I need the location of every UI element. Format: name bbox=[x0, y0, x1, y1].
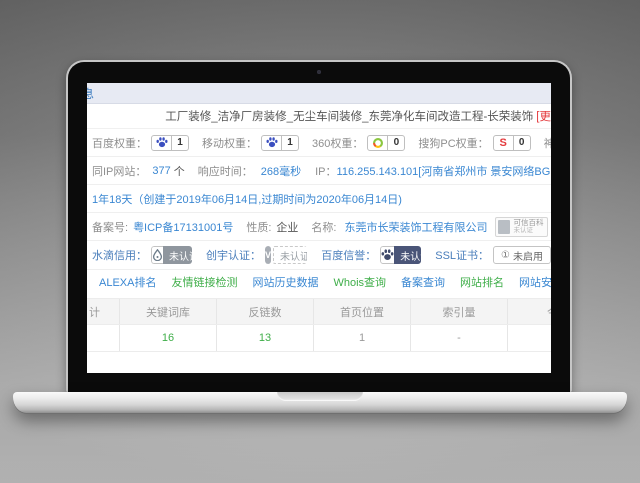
laptop-lid-notch bbox=[277, 392, 363, 401]
baidu-paw-icon bbox=[152, 136, 171, 150]
shuidi-credit-badge[interactable]: 未认证 bbox=[151, 246, 192, 264]
water-drop-icon bbox=[151, 246, 163, 264]
chuangyu-status: 未认证 bbox=[273, 246, 307, 264]
link-site-history[interactable]: 网站历史数据 bbox=[252, 274, 318, 290]
baidu-reputation-label: 百度信誉： bbox=[321, 247, 376, 263]
sogou-weight: 搜狗PC权重： S 0 bbox=[418, 135, 530, 151]
sogou-weight-badge[interactable]: S 0 bbox=[493, 135, 531, 151]
response-time-label: 响应时间： bbox=[198, 163, 253, 179]
360-weight-badge[interactable]: 0 bbox=[367, 135, 405, 151]
mobile-weight: 移动权重： 1 bbox=[202, 135, 299, 151]
link-whois-lookup[interactable]: Whois查询 bbox=[333, 274, 386, 290]
browser-screen: 息 工厂装修_洁净厂房装修_无尘车间装修_东莞净化车间改造工程-长荣装饰 [更 … bbox=[87, 83, 551, 373]
360-weight: 360权重： 0 bbox=[312, 135, 405, 151]
baidu-reputation-status: 未认证 bbox=[394, 246, 421, 264]
credit-row: 水滴信用： 未认证 创宇认证： V 未认证 百度信誉： 未认证 SSL证书： bbox=[87, 241, 551, 270]
sogou-weight-value: 0 bbox=[513, 136, 530, 150]
table-header-row: 计 关键词库 反链数 首页位置 索引量 今 bbox=[87, 299, 551, 325]
icp-number-label: 备案号: bbox=[92, 219, 128, 235]
icp-nature: 企业 bbox=[276, 219, 298, 235]
baidu-weight-label: 百度权重： bbox=[92, 135, 147, 151]
col-header-index-volume: 索引量 bbox=[410, 299, 507, 324]
ssl-status: 未启用 bbox=[513, 248, 543, 263]
shenma-weight: 神马权重： 0 bbox=[544, 135, 551, 151]
page-topbar: 息 bbox=[87, 83, 551, 104]
laptop-base bbox=[13, 392, 627, 413]
baike-line1: 可信百科 bbox=[513, 219, 543, 227]
cell-partial bbox=[87, 325, 119, 351]
server-row: 同IP网站： 377 个 响应时间： 268毫秒 IP： 116.255.143… bbox=[87, 157, 551, 185]
baidu-weight-value: 1 bbox=[171, 136, 188, 150]
icp-number[interactable]: 粤ICP备17131001号 bbox=[133, 219, 233, 235]
col-header-keywords: 关键词库 bbox=[119, 299, 216, 324]
link-icp-lookup[interactable]: 备案查询 bbox=[401, 274, 445, 290]
response-time-value: 268毫秒 bbox=[261, 163, 301, 179]
laptop-lid: 息 工厂装修_洁净厂房装修_无尘车间装修_东莞净化车间改造工程-长荣装饰 [更 … bbox=[66, 60, 572, 392]
domain-age-text: 1年18天（创建于2019年06月14日,过期时间为2020年06月14日) bbox=[92, 191, 402, 207]
ip-label: IP： bbox=[315, 163, 336, 179]
knownsec-v-icon: V bbox=[265, 246, 271, 264]
same-ip-label: 同IP网站： bbox=[92, 163, 146, 179]
webcam-icon bbox=[317, 70, 321, 74]
sogou-s-icon: S bbox=[494, 136, 513, 150]
icp-row: 备案号: 粤ICP备17131001号 性质: 企业 名称: 东莞市长荣装饰工程… bbox=[87, 213, 551, 241]
link-site-security[interactable]: 网站安全检测 bbox=[519, 274, 551, 290]
mobile-weight-label: 移动权重： bbox=[202, 135, 257, 151]
baidu-weight-badge[interactable]: 1 bbox=[151, 135, 189, 151]
link-friendlink-check[interactable]: 友情链接检测 bbox=[171, 274, 237, 290]
cell-homepage-position: 1 bbox=[313, 325, 410, 351]
baidu-paw-dark-icon bbox=[380, 246, 394, 264]
baike-line2: 未认证 bbox=[513, 228, 543, 235]
link-alexa-rank[interactable]: ALEXA排名 bbox=[99, 274, 156, 290]
cell-backlinks[interactable]: 13 bbox=[216, 325, 313, 351]
info-icon: ① bbox=[501, 250, 510, 261]
shuidi-status: 未认证 bbox=[163, 246, 192, 264]
col-header-partial-right: 今 bbox=[507, 299, 551, 324]
baidu-weight: 百度权重： 1 bbox=[92, 135, 189, 151]
ssl-cert-badge[interactable]: ① 未启用 bbox=[493, 246, 551, 264]
partial-text-glyph: 息 bbox=[87, 85, 94, 102]
icp-name-label: 名称: bbox=[311, 219, 336, 235]
chuangyu-cert-label: 创宇认证： bbox=[206, 247, 261, 263]
icp-company[interactable]: 东莞市长荣装饰工程有限公司 bbox=[344, 219, 487, 235]
col-header-homepage-position: 首页位置 bbox=[313, 299, 410, 324]
site-title: 工厂装修_洁净厂房装修_无尘车间装修_东莞净化车间改造工程-长荣装饰 bbox=[165, 108, 533, 124]
cell-partial-right bbox=[507, 325, 551, 351]
icp-nature-label: 性质: bbox=[246, 219, 271, 235]
site-title-row: 工厂装修_洁净厂房装修_无尘车间装修_东莞净化车间改造工程-长荣装饰 [更 bbox=[87, 104, 551, 129]
tools-links-row: ALEXA排名 友情链接检测 网站历史数据 Whois查询 备案查询 网站排名 … bbox=[87, 270, 551, 294]
360-ring-icon bbox=[368, 136, 387, 150]
domain-age-row: 1年18天（创建于2019年06月14日,过期时间为2020年06月14日) bbox=[87, 185, 551, 213]
baidu-paw-icon bbox=[262, 136, 281, 150]
same-ip-unit: 个 bbox=[174, 163, 185, 179]
baike-icon bbox=[498, 220, 510, 234]
ip-value[interactable]: 116.255.143.101[河南省郑州市 景安网络BGP数据中心] bbox=[337, 163, 551, 179]
chuangyu-cert-badge[interactable]: V 未认证 bbox=[265, 246, 307, 264]
col-header-backlinks: 反链数 bbox=[216, 299, 313, 324]
sogou-weight-label: 搜狗PC权重： bbox=[418, 135, 488, 151]
title-update-link[interactable]: [更 bbox=[536, 108, 551, 124]
trusted-baike-badge[interactable]: 可信百科 未认证 bbox=[495, 217, 548, 237]
360-weight-label: 360权重： bbox=[312, 135, 363, 151]
table-row: 16 13 1 - bbox=[87, 325, 551, 352]
link-site-rank[interactable]: 网站排名 bbox=[460, 274, 504, 290]
seo-stats-table: 计 关键词库 反链数 首页位置 索引量 今 16 13 1 - bbox=[87, 298, 551, 352]
cell-index-volume: - bbox=[410, 325, 507, 351]
360-weight-value: 0 bbox=[387, 136, 404, 150]
cell-keywords[interactable]: 16 bbox=[119, 325, 216, 351]
col-header-partial: 计 bbox=[87, 299, 119, 324]
ssl-cert-label: SSL证书： bbox=[435, 247, 489, 263]
mobile-weight-value: 1 bbox=[281, 136, 298, 150]
baidu-reputation-badge[interactable]: 未认证 bbox=[380, 246, 421, 264]
mobile-weight-badge[interactable]: 1 bbox=[261, 135, 299, 151]
same-ip-count[interactable]: 377 bbox=[152, 165, 170, 177]
weights-row: 百度权重： 1 移动权重： 1 360权重： bbox=[87, 129, 551, 157]
shenma-weight-label: 神马权重： bbox=[544, 135, 551, 151]
shuidi-credit-label: 水滴信用： bbox=[92, 247, 147, 263]
